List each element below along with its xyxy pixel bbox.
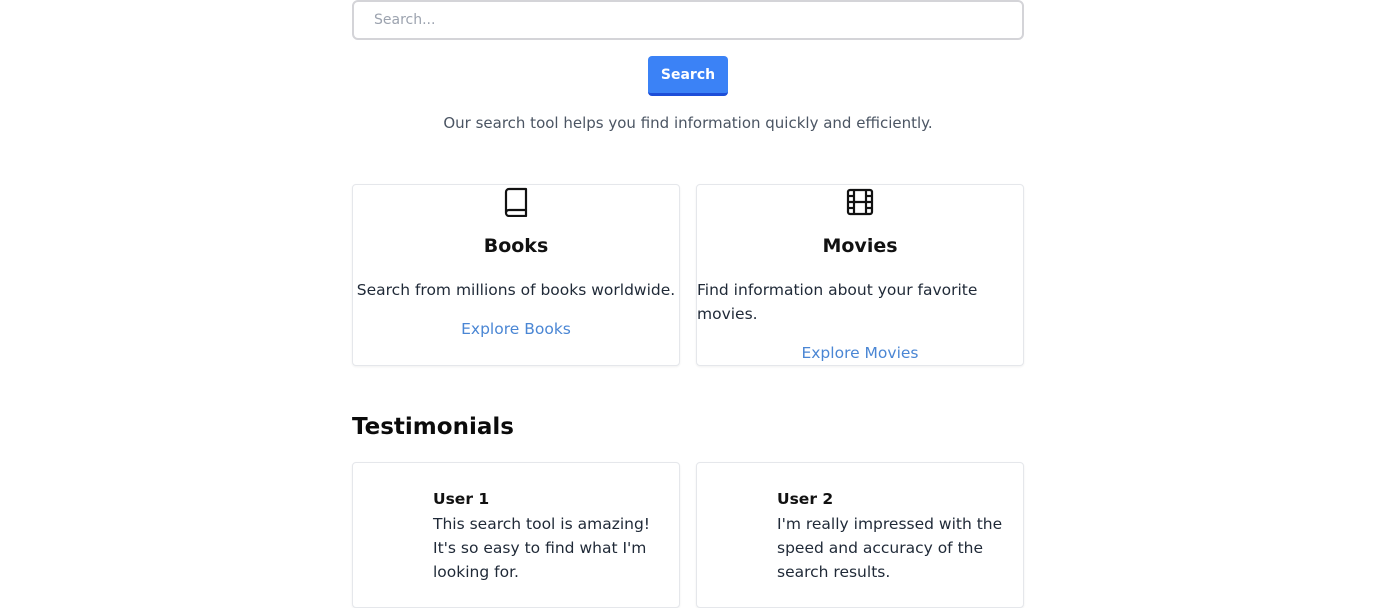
explore-movies-link[interactable]: Explore Movies bbox=[697, 344, 1023, 362]
tagline: Our search tool helps you find informati… bbox=[443, 114, 933, 132]
category-card-books: Books Search from millions of books worl… bbox=[352, 184, 680, 366]
card-title: Movies bbox=[822, 235, 898, 257]
book-icon bbox=[502, 187, 530, 217]
testimonial-author: User 2 bbox=[777, 490, 834, 508]
card-description: Find information about your favorite mov… bbox=[697, 281, 978, 323]
testimonial-card: User 2 I'm really impressed with the spe… bbox=[696, 462, 1024, 608]
testimonial-quote: I'm really impressed with the speed and … bbox=[777, 515, 1003, 581]
category-card-movies: Movies Find information about your favor… bbox=[696, 184, 1024, 366]
search-button[interactable]: Search bbox=[648, 56, 728, 96]
testimonial-author: User 1 bbox=[433, 490, 490, 508]
testimonial-card: User 1 This search tool is amazing! It's… bbox=[352, 462, 680, 608]
card-description: Search from millions of books worldwide. bbox=[356, 281, 676, 299]
page: Search Our search tool helps you find in… bbox=[0, 0, 1376, 608]
search-input[interactable] bbox=[352, 0, 1024, 40]
testimonials-heading: Testimonials bbox=[352, 414, 514, 440]
testimonial-quote: This search tool is amazing! It's so eas… bbox=[433, 515, 651, 581]
explore-books-link[interactable]: Explore Books bbox=[353, 320, 679, 338]
film-icon bbox=[846, 187, 874, 217]
card-title: Books bbox=[483, 235, 549, 257]
